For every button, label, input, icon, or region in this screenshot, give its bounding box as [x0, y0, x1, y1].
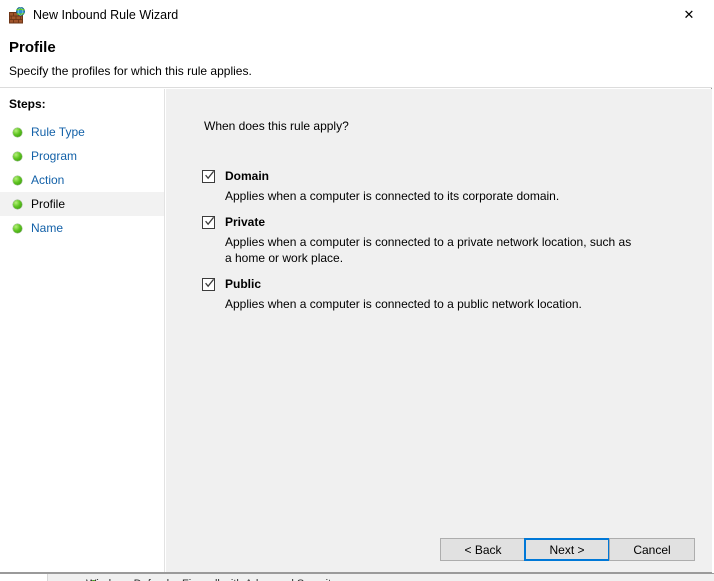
sidebar-item-label: Program — [31, 149, 78, 163]
private-checkbox[interactable] — [202, 215, 215, 229]
step-bullet-icon — [13, 127, 22, 137]
profile-options-group: Domain Applies when a computer is connec… — [202, 167, 672, 321]
dialog-button-bar: < Back Next > Cancel — [166, 520, 712, 572]
steps-heading: Steps: — [9, 97, 46, 111]
option-domain: Domain Applies when a computer is connec… — [202, 167, 672, 204]
sidebar-item-profile[interactable]: Profile — [0, 192, 164, 216]
firewall-globe-icon — [9, 6, 26, 24]
close-button[interactable]: ✕ — [666, 0, 712, 30]
checkmark-icon — [205, 216, 215, 225]
window-title: New Inbound Rule Wizard — [33, 8, 179, 22]
background-window[interactable]: Windows Defender Firewall with Advanced … — [0, 573, 714, 581]
domain-checkbox[interactable] — [202, 169, 215, 183]
checkmark-icon — [205, 170, 215, 179]
domain-label: Domain — [225, 169, 270, 183]
step-bullet-icon — [13, 175, 22, 185]
sidebar-item-program[interactable]: Program — [0, 144, 164, 168]
sidebar-item-label: Action — [31, 173, 65, 187]
content-pane: When does this rule apply? Domain Applie… — [166, 89, 712, 572]
close-icon: ✕ — [683, 7, 695, 23]
public-description: Applies when a computer is connected to … — [225, 297, 582, 311]
page-header: Profile Specify the profiles for which t… — [0, 30, 712, 88]
sidebar-item-action[interactable]: Action — [0, 168, 164, 192]
sidebar-item-name[interactable]: Name — [0, 216, 164, 240]
step-bullet-icon — [13, 151, 22, 161]
domain-description: Applies when a computer is connected to … — [225, 189, 560, 203]
cancel-button[interactable]: Cancel — [609, 538, 695, 561]
question-label: When does this rule apply? — [204, 119, 349, 133]
title-bar: New Inbound Rule Wizard ✕ — [0, 0, 712, 30]
option-private: Private Applies when a computer is conne… — [202, 213, 672, 266]
private-checkbox-row[interactable]: Private — [202, 213, 672, 231]
steps-sidebar: Steps: Rule Type Program Action Profile … — [0, 89, 165, 572]
public-label: Public — [225, 277, 262, 291]
checkmark-icon — [205, 278, 215, 287]
sidebar-item-label: Rule Type — [31, 125, 85, 139]
sidebar-item-rule-type[interactable]: Rule Type — [0, 120, 164, 144]
step-bullet-icon — [13, 223, 22, 233]
steps-list: Rule Type Program Action Profile Name — [0, 120, 164, 240]
private-label: Private — [225, 215, 266, 229]
wizard-window: New Inbound Rule Wizard ✕ Profile Specif… — [0, 0, 712, 573]
public-checkbox[interactable] — [202, 277, 215, 291]
next-button[interactable]: Next > — [524, 538, 610, 561]
sidebar-item-label: Name — [31, 221, 64, 235]
page-title: Profile — [9, 39, 56, 56]
step-bullet-icon — [13, 199, 22, 209]
private-description: Applies when a computer is connected to … — [225, 235, 632, 265]
background-window-tree-pane — [0, 574, 48, 581]
page-subtitle: Specify the profiles for which this rule… — [9, 64, 252, 78]
domain-checkbox-row[interactable]: Domain — [202, 167, 672, 185]
option-public: Public Applies when a computer is connec… — [202, 275, 672, 312]
public-checkbox-row[interactable]: Public — [202, 275, 672, 293]
back-button[interactable]: < Back — [440, 538, 526, 561]
background-window-sliver: Windows Defender Firewall with Advanced … — [0, 573, 714, 581]
sidebar-item-label: Profile — [31, 197, 66, 211]
